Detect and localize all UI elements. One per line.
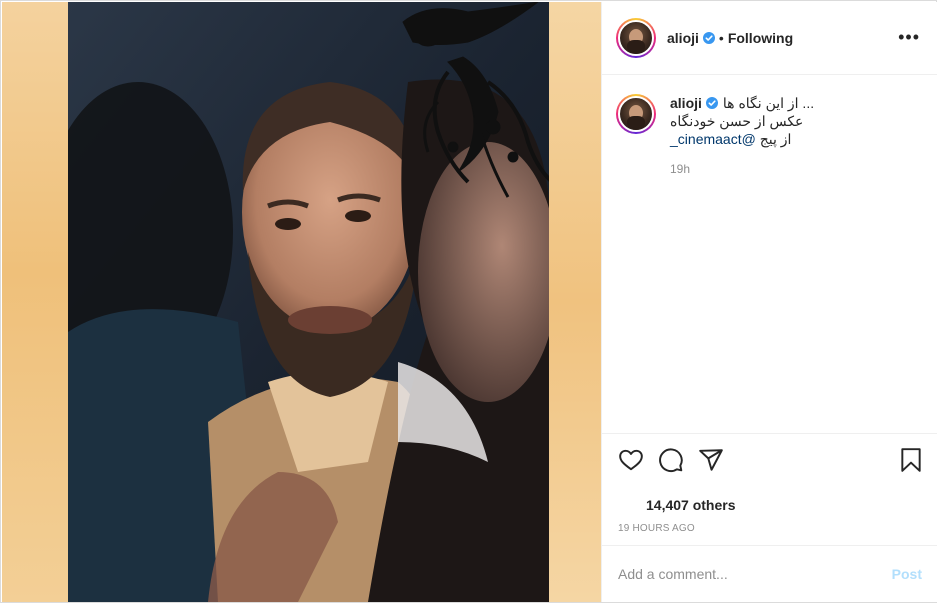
frame-border-left — [2, 2, 68, 602]
frame-border-right — [549, 2, 601, 602]
comment-form: Post — [602, 545, 937, 602]
following-button[interactable]: Following — [728, 30, 793, 46]
caption-text-line3: از پیج @cinemaact_ — [670, 130, 814, 148]
avatar-image — [618, 20, 654, 56]
comment-input[interactable] — [618, 566, 892, 582]
caption-line3-prefix: از پیج — [755, 131, 792, 147]
verified-badge-icon — [705, 97, 718, 109]
caption-username[interactable]: alioji — [670, 94, 702, 112]
caption-avatar-image — [618, 96, 654, 132]
caption-text-line1: ... از این نگاه ها — [722, 95, 815, 111]
action-bar — [602, 433, 937, 485]
header-username[interactable]: alioji — [667, 30, 699, 46]
caption-text-line2: عکس از حسن خودنگاه — [670, 113, 804, 129]
likes-count[interactable]: 14,407 others — [646, 497, 736, 513]
caption-mention-link[interactable]: @cinemaact_ — [670, 131, 756, 147]
verified-badge-icon — [702, 32, 715, 44]
more-options-icon[interactable]: ••• — [898, 28, 920, 46]
caption-time: 19h — [670, 162, 691, 176]
heart-icon[interactable] — [618, 447, 644, 473]
post-side-panel: alioji • Following ••• alioji ... از این… — [601, 2, 937, 602]
header-separator: • — [718, 30, 724, 46]
post-caption: alioji ... از این نگاه ها عکس از حسن خود… — [616, 94, 926, 178]
share-icon[interactable] — [698, 447, 724, 473]
post-photo[interactable] — [68, 2, 549, 602]
post-media[interactable] — [2, 2, 601, 602]
caption-body: alioji ... از این نگاه ها عکس از حسن خود… — [670, 94, 814, 178]
photo-illustration — [68, 2, 549, 602]
bookmark-icon[interactable] — [898, 447, 924, 473]
instagram-post-modal: alioji • Following ••• alioji ... از این… — [0, 0, 937, 603]
post-timestamp[interactable]: 19 HOURS AGO — [618, 523, 695, 534]
post-header: alioji • Following ••• — [602, 2, 937, 75]
avatar[interactable] — [616, 18, 656, 58]
caption-first-line: alioji ... از این نگاه ها — [670, 94, 814, 112]
caption-avatar[interactable] — [616, 94, 656, 134]
post-comment-button[interactable]: Post — [892, 566, 922, 582]
comment-icon[interactable] — [658, 447, 684, 473]
